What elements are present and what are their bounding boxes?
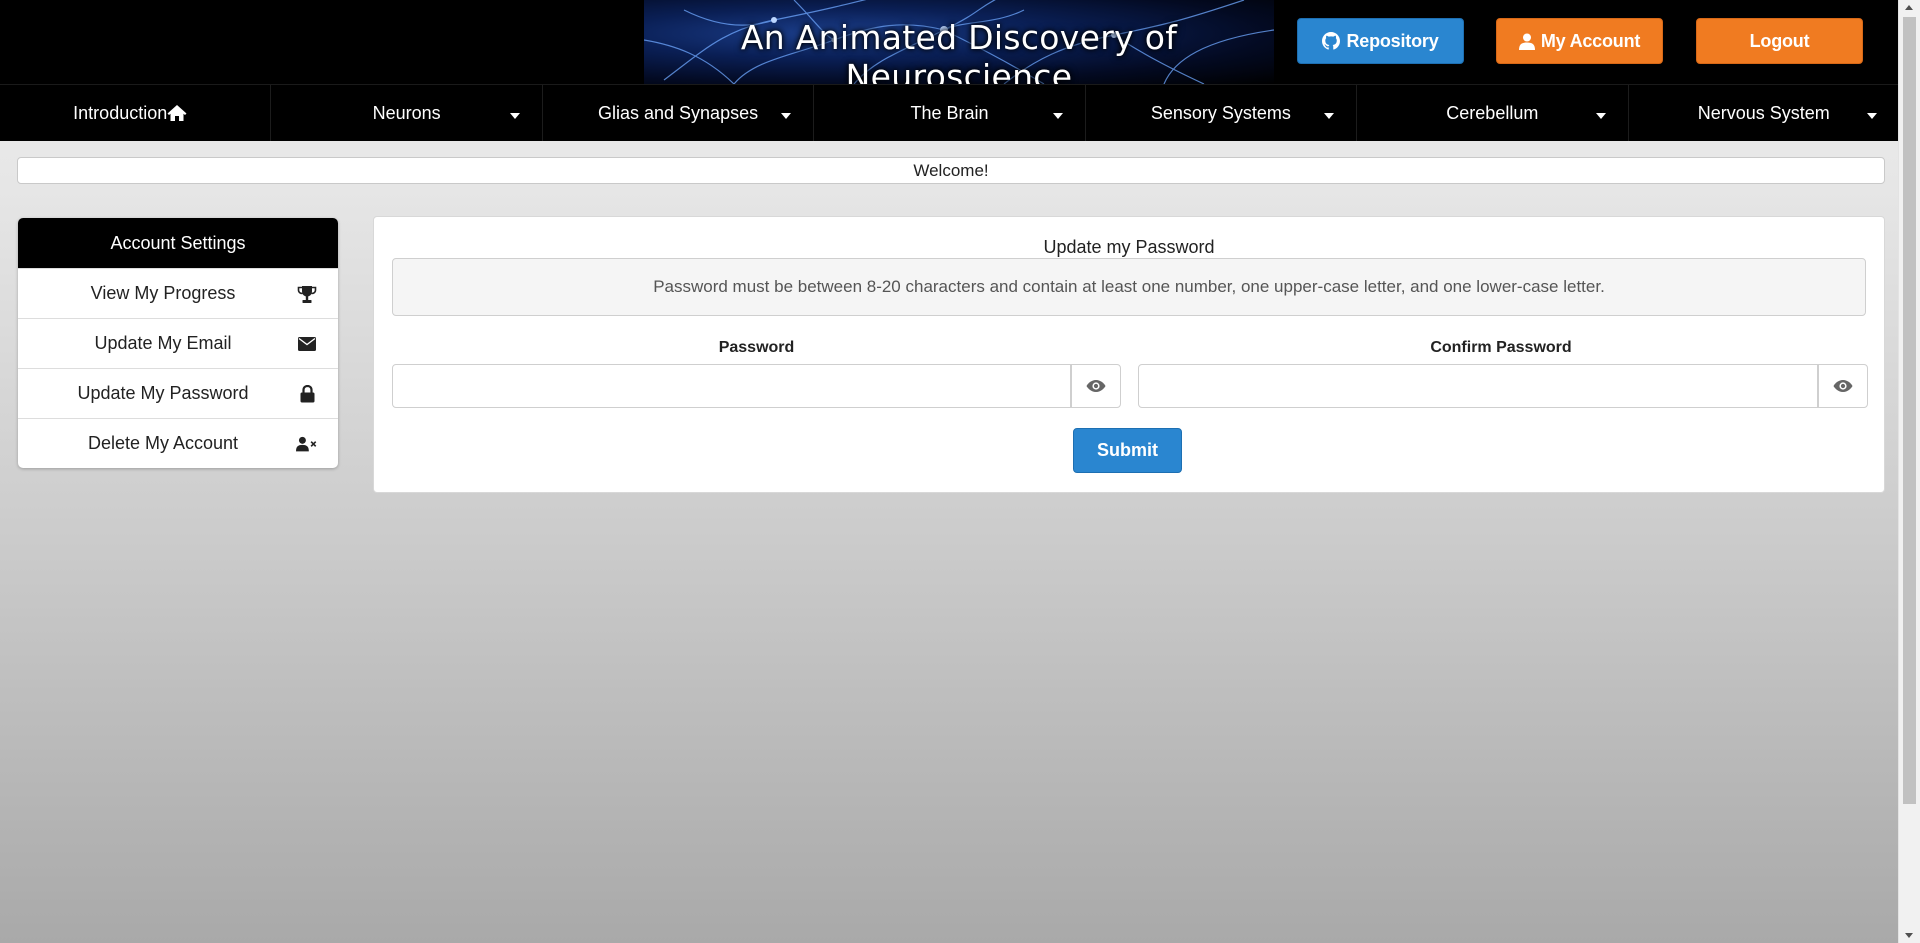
nav-item-label: The Brain (910, 102, 989, 123)
show-confirm-password-button[interactable] (1818, 364, 1868, 408)
sidebar-item-view-my-progress[interactable]: View My Progress (18, 268, 338, 318)
user-remove-icon (296, 434, 318, 454)
scroll-up-icon[interactable] (1905, 5, 1913, 10)
submit-button[interactable]: Submit (1073, 428, 1182, 473)
repository-button[interactable]: Repository (1297, 18, 1464, 64)
chevron-down-icon (1866, 113, 1877, 119)
eye-icon (1833, 380, 1853, 392)
show-password-button[interactable] (1071, 364, 1121, 408)
github-icon (1322, 32, 1341, 50)
confirm-password-field[interactable] (1138, 364, 1818, 408)
password-label: Password (718, 339, 795, 356)
trophy-icon (296, 284, 318, 304)
confirm-password-label: Confirm Password (1430, 339, 1572, 356)
nav-item-glias-and-synapses[interactable]: Glias and Synapses (543, 85, 815, 141)
welcome-banner: Welcome! (17, 157, 1885, 184)
nav-item-introduction[interactable]: Introduction (0, 85, 272, 141)
password-requirements-notice: Password must be between 8-20 characters… (392, 258, 1866, 316)
nav-item-neurons[interactable]: Neurons (271, 85, 543, 141)
envelope-icon (296, 334, 318, 354)
user-icon (1518, 33, 1535, 50)
nav-item-label: Nervous System (1697, 102, 1830, 123)
nav-item-the-brain[interactable]: The Brain (814, 85, 1086, 141)
sidebar-item-label: Update My Email (94, 333, 232, 353)
sidebar-item-label: Update My Password (77, 383, 249, 403)
chevron-down-icon (1324, 113, 1335, 119)
nav-item-sensory-systems[interactable]: Sensory Systems (1086, 85, 1358, 141)
logout-button[interactable]: Logout (1696, 18, 1863, 64)
nav-item-label: Introduction (73, 102, 168, 123)
my-account-button[interactable]: My Account (1496, 18, 1663, 64)
repository-label: Repository (1346, 30, 1439, 51)
password-field[interactable] (392, 364, 1071, 408)
chevron-down-icon (781, 113, 792, 119)
scrollbar-thumb[interactable] (1903, 17, 1916, 804)
scroll-down-icon[interactable] (1905, 933, 1913, 938)
sidebar-item-update-my-password[interactable]: Update My Password (18, 368, 338, 418)
panel-title: Update my Password (1043, 237, 1215, 257)
home-icon (167, 105, 187, 121)
sidebar-item-label: Delete My Account (87, 433, 239, 453)
nav-item-nervous-system[interactable]: Nervous System (1629, 85, 1899, 141)
page-scrollbar[interactable] (1898, 0, 1920, 943)
chevron-down-icon (509, 113, 520, 119)
sidebar-item-delete-my-account[interactable]: Delete My Account (18, 418, 338, 468)
nav-item-cerebellum[interactable]: Cerebellum (1357, 85, 1629, 141)
nav-item-label: Glias and Synapses (598, 102, 759, 123)
site-title: An Animated Discovery of Neuroscience (740, 18, 1178, 84)
nav-item-label: Sensory Systems (1150, 102, 1291, 123)
logout-label: Logout (1749, 30, 1810, 51)
site-banner: An Animated Discovery of Neuroscience (644, 0, 1274, 84)
chevron-down-icon (1595, 113, 1606, 119)
nav-item-label: Cerebellum (1446, 102, 1539, 123)
chevron-down-icon (1052, 113, 1063, 119)
sidebar-title: Account Settings (18, 218, 338, 268)
nav-item-label: Neurons (372, 102, 441, 123)
site-header: An Animated Discovery of Neuroscience Re… (0, 0, 1899, 84)
lock-icon (296, 384, 318, 404)
eye-icon (1086, 380, 1106, 392)
main-nav: Introduction Neurons Glias and Synapses … (0, 84, 1899, 141)
account-settings-sidebar: Account Settings View My Progress Update… (18, 218, 338, 468)
update-password-panel: Update my Password Password must be betw… (373, 216, 1885, 493)
sidebar-item-update-my-email[interactable]: Update My Email (18, 318, 338, 368)
sidebar-item-label: View My Progress (90, 283, 236, 303)
my-account-label: My Account (1540, 30, 1641, 51)
